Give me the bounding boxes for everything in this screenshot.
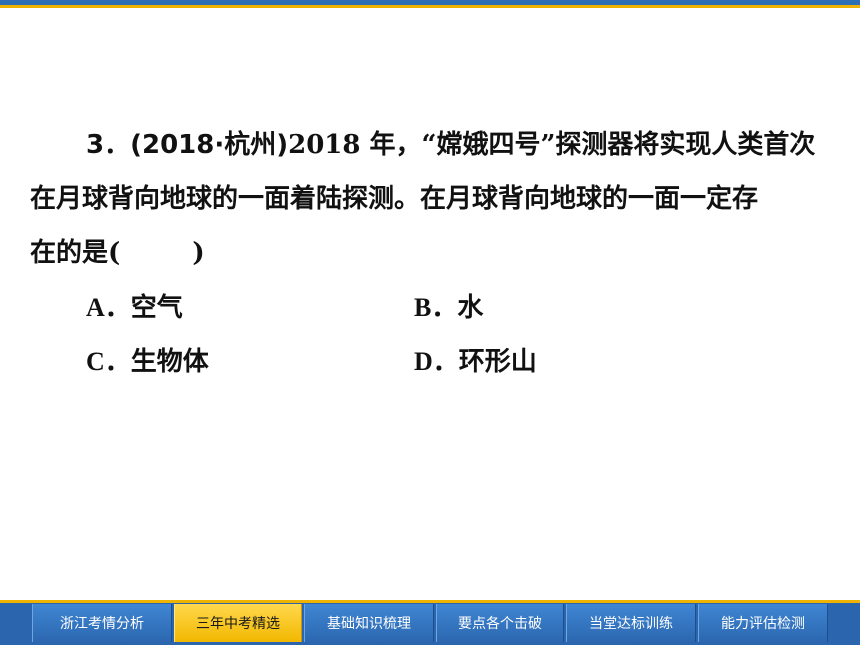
tab-basic-knowledge[interactable]: 基础知识梳理 — [304, 604, 434, 642]
question-line-1: 3．(2018·杭州)2018 年，“嫦娥四号”探测器将实现人类首次 — [30, 118, 830, 172]
question-block: 3．(2018·杭州)2018 年，“嫦娥四号”探测器将实现人类首次 在月球背向… — [30, 118, 830, 280]
question-line-2: 在月球背向地球的一面着陆探测。在月球背向地球的一面一定存 — [30, 172, 830, 226]
tab-ability-assessment[interactable]: 能力评估检测 — [698, 604, 828, 642]
tab-zhejiang-analysis[interactable]: 浙江考情分析 — [32, 604, 172, 642]
tab-key-points[interactable]: 要点各个击破 — [436, 604, 564, 642]
option-b-letter: B． — [414, 293, 458, 322]
question-text-1: 2018 年，“嫦娥四号”探测器将实现人类首次 — [288, 130, 816, 160]
question-text-3-close: ) — [192, 238, 205, 268]
option-d[interactable]: D．环形山 — [414, 341, 537, 378]
question-text-2: 在月球背向地球的一面着陆探测。在月球背向地球的一面一定存 — [30, 184, 759, 214]
tab-class-training[interactable]: 当堂达标训练 — [566, 604, 696, 642]
bottom-nav-bar: 浙江考情分析 三年中考精选 基础知识梳理 要点各个击破 当堂达标训练 能力评估检… — [0, 600, 860, 645]
nav-gold-line — [0, 600, 860, 603]
option-c-text: 生物体 — [130, 347, 209, 377]
question-text-3: 在的是( — [30, 238, 121, 268]
tab-three-year-selection[interactable]: 三年中考精选 — [174, 604, 302, 642]
option-b-text: 水 — [457, 293, 484, 323]
question-number: 3． — [86, 130, 131, 160]
option-b[interactable]: B．水 — [414, 287, 483, 324]
option-d-text: 环形山 — [458, 347, 537, 377]
top-gold-stripe — [0, 5, 860, 8]
option-c[interactable]: C．生物体 — [86, 341, 209, 378]
option-c-letter: C． — [86, 347, 131, 376]
option-a-letter: A． — [86, 293, 131, 322]
question-line-3: 在的是() — [30, 226, 830, 280]
option-a-text: 空气 — [130, 293, 183, 323]
option-d-letter: D． — [414, 347, 459, 376]
question-source: (2018·杭州) — [130, 130, 289, 160]
option-a[interactable]: A．空气 — [86, 287, 183, 324]
